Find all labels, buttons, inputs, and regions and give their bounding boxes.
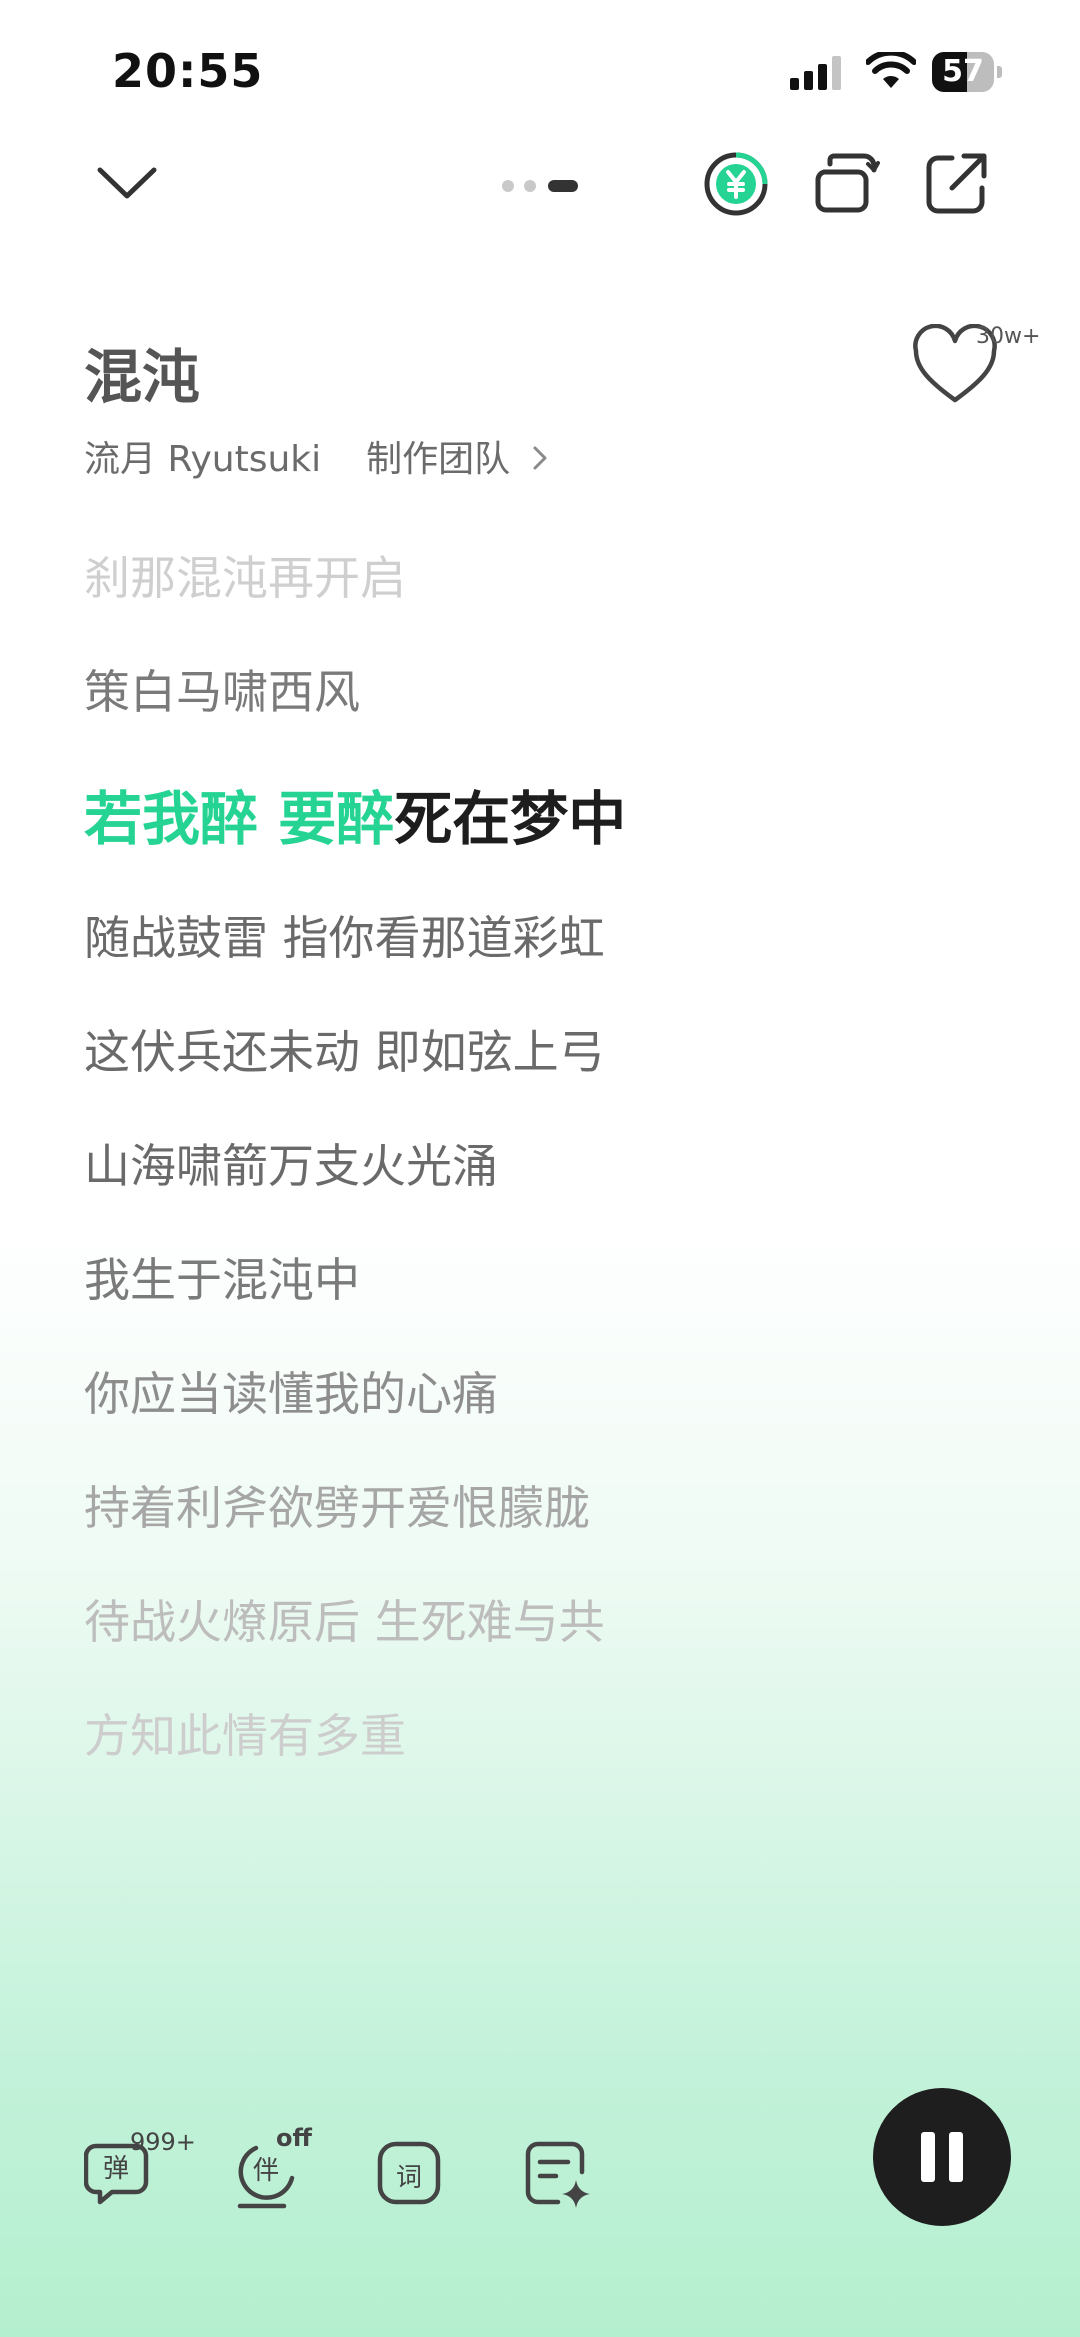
artist-line[interactable]: 流月 Ryutsuki 制作团队 [84, 430, 548, 482]
accompany-state: off [276, 2124, 312, 2152]
lyric-line[interactable]: 这伏兵还未动 即如弦上弓 [84, 1016, 605, 1082]
unsung-portion: 死在梦中 [394, 785, 627, 853]
lyric-line[interactable]: 待战火燎原后 生死难与共 [84, 1586, 605, 1652]
accompany-label: 伴 [252, 2156, 279, 2186]
lyric-line[interactable]: 策白马啸西风 [84, 656, 360, 722]
lyric-line[interactable]: 山海啸箭万支火光涌 [84, 1130, 498, 1196]
yen-coin-icon[interactable] [702, 150, 770, 218]
page-indicator[interactable] [502, 178, 580, 194]
chevron-down-icon[interactable] [94, 160, 160, 204]
lyrics-edit-button[interactable] [522, 2138, 594, 2210]
pause-button[interactable] [873, 2088, 1011, 2226]
artist-name[interactable]: 流月 Ryutsuki [84, 439, 321, 480]
share-icon[interactable] [922, 150, 990, 218]
danmaku-count: 999+ [130, 2128, 196, 2156]
lyrics-sparkle-icon [525, 2141, 590, 2208]
battery-percentage: 57 [942, 54, 984, 89]
chevron-right-icon [532, 439, 548, 480]
production-team-link[interactable]: 制作团队 [366, 439, 510, 480]
lyric-line[interactable]: 方知此情有多重 [84, 1700, 406, 1766]
current-lyric-line[interactable]: 若我醉 要醉死在梦中 [84, 772, 626, 856]
status-time: 20:55 [112, 44, 264, 98]
song-title: 混沌 [84, 343, 201, 411]
lyric-line[interactable]: 持着利斧欲劈开爱恨朦胧 [84, 1472, 590, 1538]
lyric-line[interactable]: 随战鼓雷 指你看那道彩虹 [84, 902, 605, 968]
switch-view-icon[interactable] [812, 150, 880, 218]
sung-portion: 若我醉 要醉 [84, 785, 395, 853]
lyric-line[interactable]: 我生于混沌中 [84, 1244, 360, 1310]
cellular-signal-icon [790, 56, 841, 90]
lyric-line[interactable]: 你应当读懂我的心痛 [84, 1358, 498, 1424]
battery-indicator: 57 [932, 52, 1004, 92]
accompany-button[interactable]: 伴 off [236, 2124, 312, 2210]
lyrics-mode-button[interactable]: 词 [374, 2138, 446, 2210]
lyrics-mode-label: 词 [395, 2163, 422, 2193]
danmaku-button[interactable]: 弹 999+ [84, 2128, 196, 2210]
lyric-line[interactable]: 刹那混沌再开启 [84, 542, 406, 608]
wifi-icon [866, 52, 916, 88]
like-count: 30w+ [976, 324, 1041, 349]
